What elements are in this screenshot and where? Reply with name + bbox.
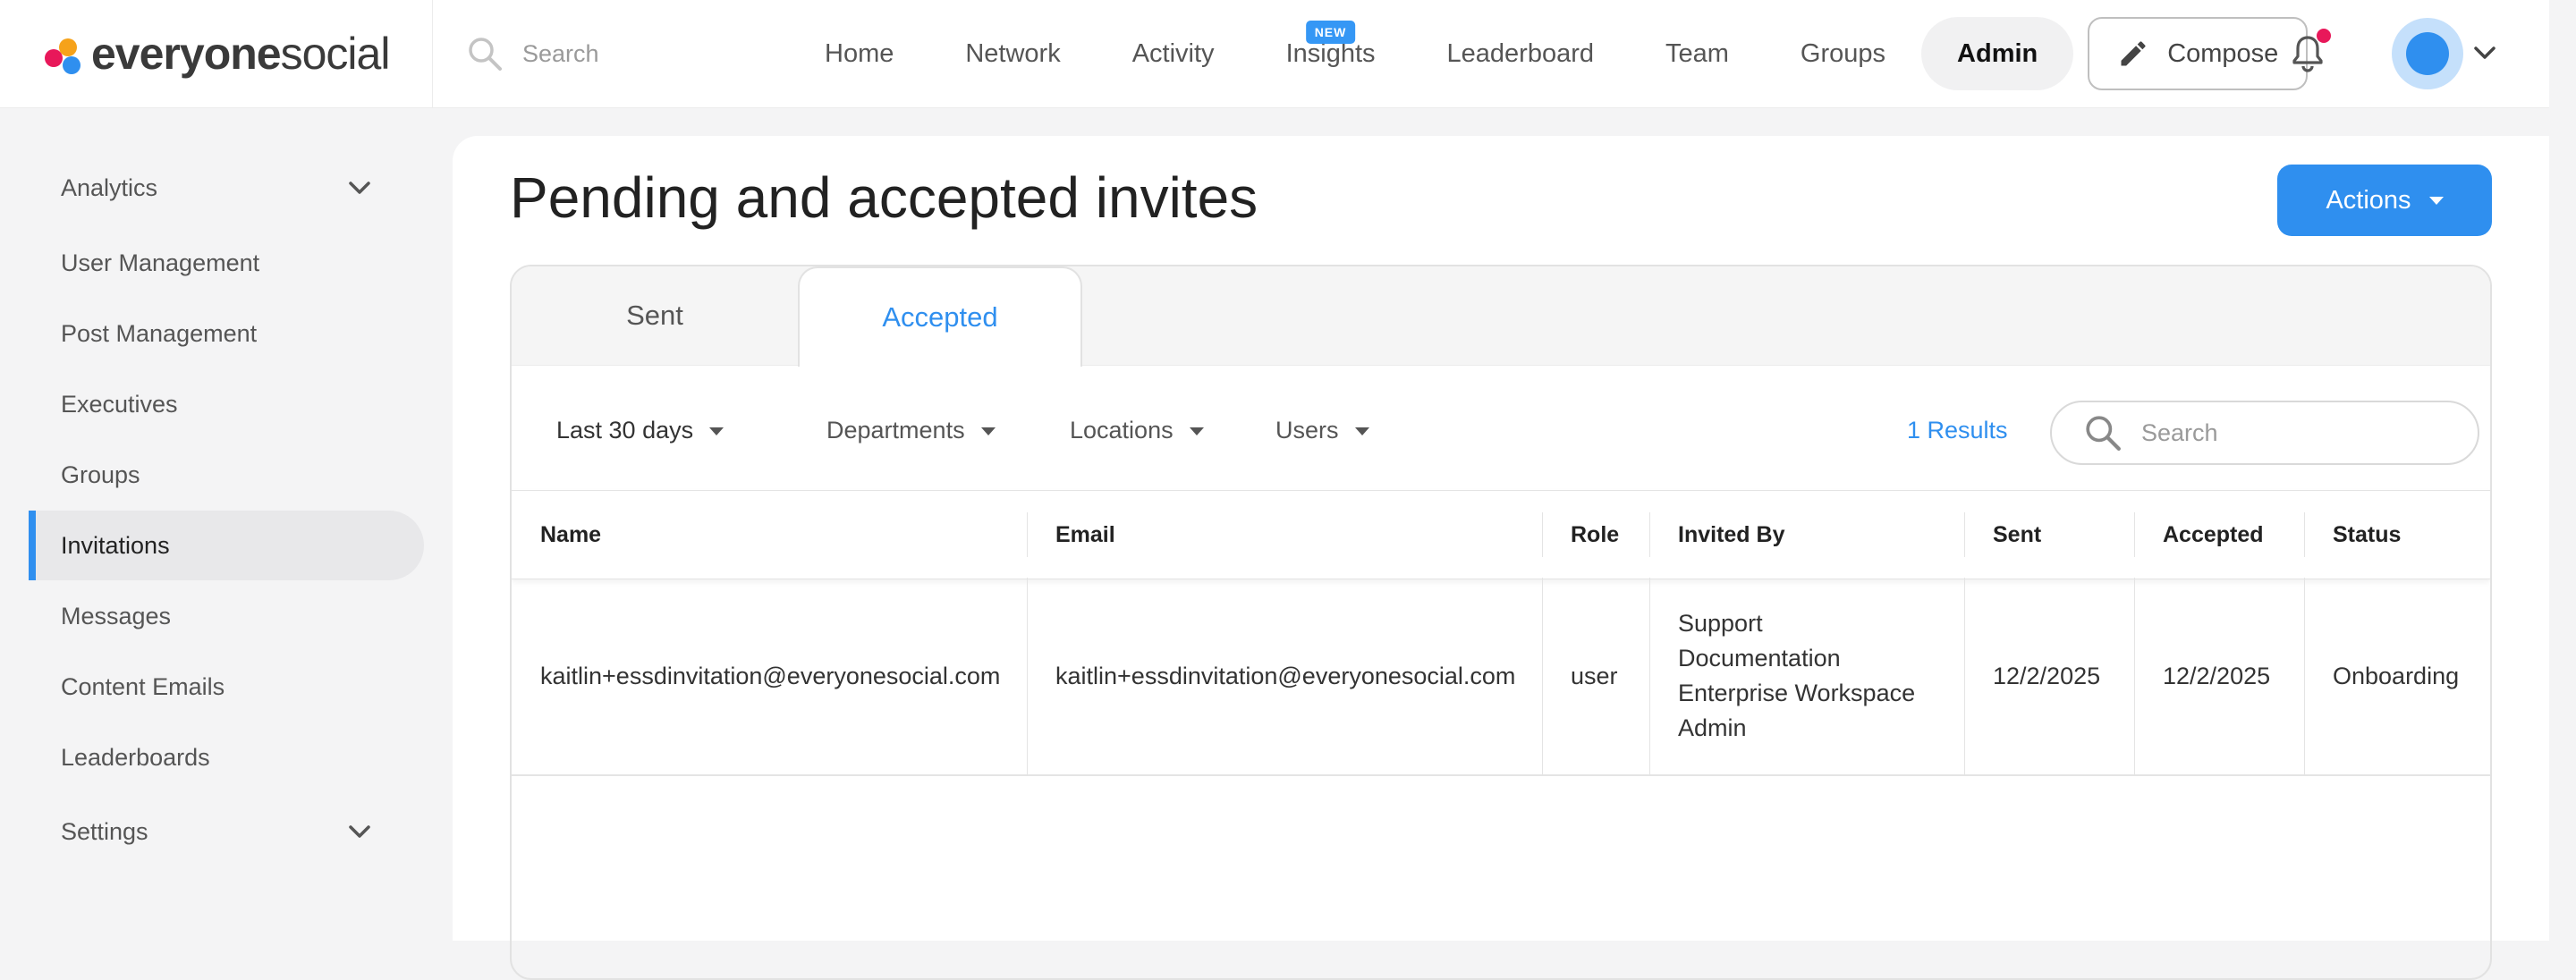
invites-panel: Sent Accepted Last 30 days Departments L… xyxy=(510,265,2492,980)
nav-groups[interactable]: Groups xyxy=(1765,17,1921,90)
table-search-input[interactable]: Search xyxy=(2050,401,2479,465)
invited-by-line: Enterprise Workspace xyxy=(1678,680,1916,706)
chevron-down-icon[interactable] xyxy=(2472,45,2497,63)
invited-by-line: Documentation xyxy=(1678,645,1841,672)
search-icon xyxy=(469,38,502,71)
departments-filter[interactable]: Departments xyxy=(826,417,996,444)
caret-down-icon xyxy=(709,427,724,435)
sidebar-item-messages[interactable]: Messages xyxy=(29,581,424,651)
column-header-accepted[interactable]: Accepted xyxy=(2134,491,2304,579)
sidebar-item-executives[interactable]: Executives xyxy=(29,369,424,439)
avatar[interactable] xyxy=(2392,18,2463,89)
admin-sidebar: Analytics User Management Post Managemen… xyxy=(0,108,453,934)
pencil-icon xyxy=(2121,41,2146,66)
search-placeholder: Search xyxy=(522,39,599,67)
column-header-name[interactable]: Name xyxy=(512,491,1027,579)
cell-sent-date: 12/2/2025 xyxy=(1993,662,2101,689)
column-header-invited-by[interactable]: Invited By xyxy=(1649,491,1964,579)
table-header: Name Email Role Invited By Sent Accepted… xyxy=(512,490,2490,579)
search-icon xyxy=(2086,416,2121,451)
sidebar-item-leaderboards[interactable]: Leaderboards xyxy=(29,722,424,792)
cell-status: Onboarding xyxy=(2333,662,2460,689)
sidebar-item-user-management[interactable]: User Management xyxy=(29,228,424,298)
results-count: 1 Results xyxy=(1907,417,2008,444)
nav-admin[interactable]: Admin xyxy=(1921,17,2074,90)
users-filter[interactable]: Users xyxy=(1275,417,1369,444)
invited-by-line: Admin xyxy=(1678,714,1747,741)
caret-down-icon xyxy=(2428,197,2444,205)
page-title: Pending and accepted invites xyxy=(510,165,1258,230)
cell-accepted-date: 12/2/2025 xyxy=(2163,662,2271,689)
sidebar-item-content-emails[interactable]: Content Emails xyxy=(29,652,424,722)
locations-filter[interactable]: Locations xyxy=(1070,417,1204,444)
sidebar-item-invitations[interactable]: Invitations xyxy=(29,511,424,580)
caret-down-icon xyxy=(1354,427,1369,435)
table-row[interactable]: kaitlin+essdinvitation@everyonesocial.co… xyxy=(512,578,2490,776)
top-navigation-bar: everyonesocial Search Home Network Activ… xyxy=(0,0,2549,108)
cell-email: kaitlin+essdinvitation@everyonesocial.co… xyxy=(1055,662,1516,689)
nav-team[interactable]: Team xyxy=(1630,17,1765,90)
column-header-email[interactable]: Email xyxy=(1027,491,1542,579)
caret-down-icon xyxy=(980,427,996,435)
tab-strip: Sent Accepted xyxy=(512,266,2490,367)
cell-invited-by: Support Documentation Enterprise Workspa… xyxy=(1649,578,1964,774)
nav-network[interactable]: Network xyxy=(929,17,1096,90)
sidebar-item-post-management[interactable]: Post Management xyxy=(29,299,424,368)
tab-accepted[interactable]: Accepted xyxy=(798,266,1082,367)
cell-name: kaitlin+essdinvitation@everyonesocial.co… xyxy=(540,662,1001,689)
column-header-status[interactable]: Status xyxy=(2304,491,2490,579)
global-search[interactable]: Search xyxy=(467,36,717,72)
brand-wordmark: everyonesocial xyxy=(91,29,390,79)
sidebar-item-settings[interactable]: Settings xyxy=(29,797,424,866)
search-placeholder: Search xyxy=(2141,418,2218,446)
nav-home[interactable]: Home xyxy=(789,17,929,90)
invited-by-line: Support xyxy=(1678,610,1763,637)
date-range-filter[interactable]: Last 30 days xyxy=(556,417,724,444)
main-nav: Home Network Activity NEW Insights Leade… xyxy=(789,17,2309,90)
column-header-role[interactable]: Role xyxy=(1542,491,1649,579)
actions-button[interactable]: Actions xyxy=(2277,165,2492,236)
chevron-down-icon xyxy=(349,182,370,194)
caret-down-icon xyxy=(1189,427,1204,435)
compose-button[interactable]: Compose xyxy=(2088,17,2309,90)
notification-dot xyxy=(2317,29,2331,43)
filter-bar: Last 30 days Departments Locations Users… xyxy=(512,365,2490,490)
tab-sent[interactable]: Sent xyxy=(512,266,798,365)
cell-role: user xyxy=(1571,662,1618,689)
sidebar-item-analytics[interactable]: Analytics xyxy=(29,153,424,223)
column-header-sent[interactable]: Sent xyxy=(1964,491,2134,579)
nav-insights[interactable]: NEW Insights xyxy=(1250,17,1411,90)
nav-leaderboard[interactable]: Leaderboard xyxy=(1411,17,1630,90)
main-content: Pending and accepted invites Actions Sen… xyxy=(453,136,2549,980)
chevron-down-icon xyxy=(349,825,370,838)
brand-logo[interactable]: everyonesocial xyxy=(0,0,433,107)
logo-mark-icon xyxy=(41,31,86,76)
sidebar-item-groups[interactable]: Groups xyxy=(29,440,424,510)
nav-activity[interactable]: Activity xyxy=(1097,17,1250,90)
new-badge: NEW xyxy=(1305,21,1356,44)
